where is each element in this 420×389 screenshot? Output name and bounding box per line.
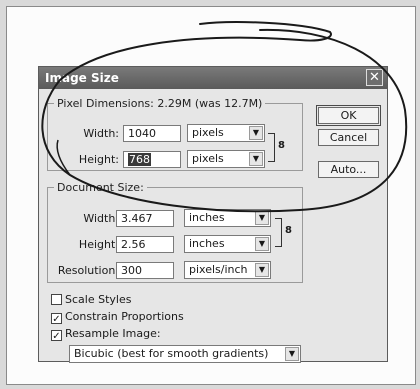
hand-drawn-circle-annotation xyxy=(41,21,408,213)
